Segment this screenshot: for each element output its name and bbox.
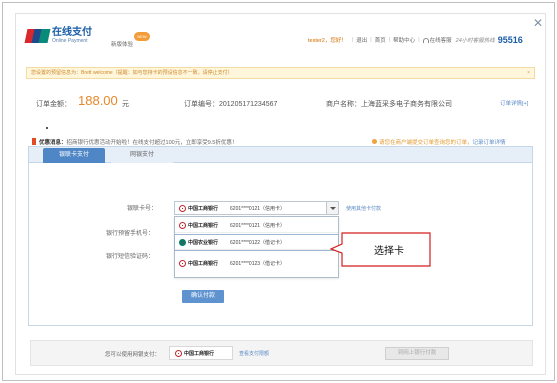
logo-title-en: Online Payment (52, 38, 88, 44)
payment-panel: 银联卡支付 网银支付 银联卡号： 银行预留手机号： 银行短信验证码： 中国工商银… (28, 146, 533, 326)
nav-online-service[interactable]: 在线客服 (430, 36, 452, 44)
close-icon[interactable]: ✕ (533, 16, 543, 30)
page-frame: 在线支付 Online Payment 新版体验 NEW tester2，您好！… (2, 2, 555, 381)
logo-title: 在线支付 Online Payment (52, 28, 92, 44)
option-card-number: 6201****0123（借记卡） (230, 261, 286, 267)
bullet-dot (46, 127, 48, 129)
card-option[interactable]: 中国工商银行 6201****0121（信用卡） (175, 218, 338, 233)
payment-window: 在线支付 Online Payment 新版体验 NEW tester2，您好！… (15, 13, 546, 375)
confirm-payment-button[interactable]: 确认付款 (182, 290, 224, 303)
order-amount: 188.00 (78, 93, 118, 108)
promo-line: 优惠消息：招商银行优惠活动开始啦！在线支付超过100元，立即享受9.5折优惠！ … (32, 138, 535, 146)
order-detail-link[interactable]: 订单详情[+] (500, 99, 528, 107)
card-number-label: 银联卡号： (127, 206, 158, 212)
top-nav: tester2，您好！ | 退出 | 首页 | 帮助中心 | 在线客服 24小时… (308, 35, 523, 45)
select-card-callout: 选择卡 (330, 232, 431, 267)
logo-title-zh: 在线支付 (52, 27, 92, 38)
card-dropdown: 中国工商银行 6201****0121（信用卡） 中国农业银行 6201****… (174, 216, 339, 278)
bottom-bar: 您可以使用网银支付： 中国工商银行 查看支付限额 到网上银行付款 (30, 340, 533, 366)
sms-code-label: 银行短信验证码： (106, 254, 155, 260)
icbc-icon (179, 222, 186, 229)
icbc-icon (175, 350, 182, 357)
amount-unit: 元 (122, 101, 129, 108)
online-banking-text: 您可以使用网银支付： (105, 352, 161, 358)
notice-bar: 您设置的预留信息为：Brett welcome（提醒：如与您持卡的预设信息不一致… (26, 67, 535, 79)
other-card-link[interactable]: 使用其他卡付款 (346, 205, 381, 212)
bottom-bank-name: 中国工商银行 (184, 351, 215, 357)
tab-bar: 银联卡支付 网银支付 (29, 147, 532, 163)
option-bank-name: 中国工商银行 (188, 223, 219, 229)
view-limit-link[interactable]: 查看支付限额 (239, 350, 269, 357)
header: 在线支付 Online Payment 新版体验 NEW tester2，您好！… (16, 14, 545, 58)
abc-icon (179, 239, 186, 246)
promo-tip: 请您在商户端提交订单查询您的订单，记录订单详情 (372, 138, 506, 146)
icbc-icon (179, 260, 186, 267)
logo: 在线支付 Online Payment (24, 28, 92, 44)
chevron-down-icon[interactable] (326, 202, 338, 214)
selected-card-number: 6201****0121（信用卡） (230, 206, 286, 212)
nav-logout[interactable]: 退出 (356, 36, 367, 44)
order-info: 订单金额： 188.00 元 订单编号：201205171234567 商户名称… (26, 92, 535, 112)
option-bank-name: 中国工商银行 (188, 261, 219, 267)
hotline-number: 95516 (497, 35, 523, 45)
new-badge: NEW (134, 32, 150, 41)
card-select[interactable]: 中国工商银行 6201****0121（信用卡） (174, 201, 339, 215)
hotline-label: 24小时客服热线 (455, 38, 495, 44)
amount-label: 订单金额： (36, 101, 71, 108)
bottom-bank-box[interactable]: 中国工商银行 (169, 346, 233, 360)
nav-home[interactable]: 首页 (375, 36, 386, 44)
headset-icon (422, 37, 429, 43)
selected-bank-name: 中国工商银行 (188, 206, 219, 212)
unionpay-logo-icon (24, 29, 51, 43)
nav-help[interactable]: 帮助中心 (393, 36, 415, 44)
callout-text: 选择卡 (374, 244, 404, 257)
goto-online-banking-button[interactable]: 到网上银行付款 (385, 347, 449, 360)
alert-icon (32, 138, 36, 145)
option-card-number: 6201****0121（信用卡） (230, 223, 286, 229)
order-number: 订单编号：201205171234567 (184, 101, 278, 108)
icbc-icon (179, 205, 186, 212)
tab-unionpay-card[interactable]: 银联卡支付 (43, 148, 105, 163)
lightbulb-icon (372, 139, 377, 144)
merchant-name: 商户名称：上海蓝采多电子商务有限公司 (326, 101, 452, 108)
tab-online-banking[interactable]: 网银支付 (111, 148, 173, 163)
option-bank-name: 中国农业银行 (188, 240, 219, 246)
new-version-link[interactable]: 新版体验 (111, 40, 133, 48)
option-card-number: 6201****0122（借记卡） (230, 240, 286, 246)
selected-card: 中国工商银行 6201****0121（信用卡） (179, 205, 285, 212)
phone-label: 银行预留手机号： (106, 231, 155, 237)
card-option[interactable]: 中国工商银行 6201****0123（借记卡） (175, 256, 338, 271)
notice-text: 您设置的预留信息为：Brett welcome（提醒：如与您持卡的预设信息不一致… (31, 70, 233, 76)
card-option[interactable]: 中国农业银行 6201****0122（借记卡） (174, 234, 339, 251)
notice-close-icon[interactable]: × (527, 68, 530, 78)
user-greeting[interactable]: tester2，您好！ (308, 36, 347, 44)
